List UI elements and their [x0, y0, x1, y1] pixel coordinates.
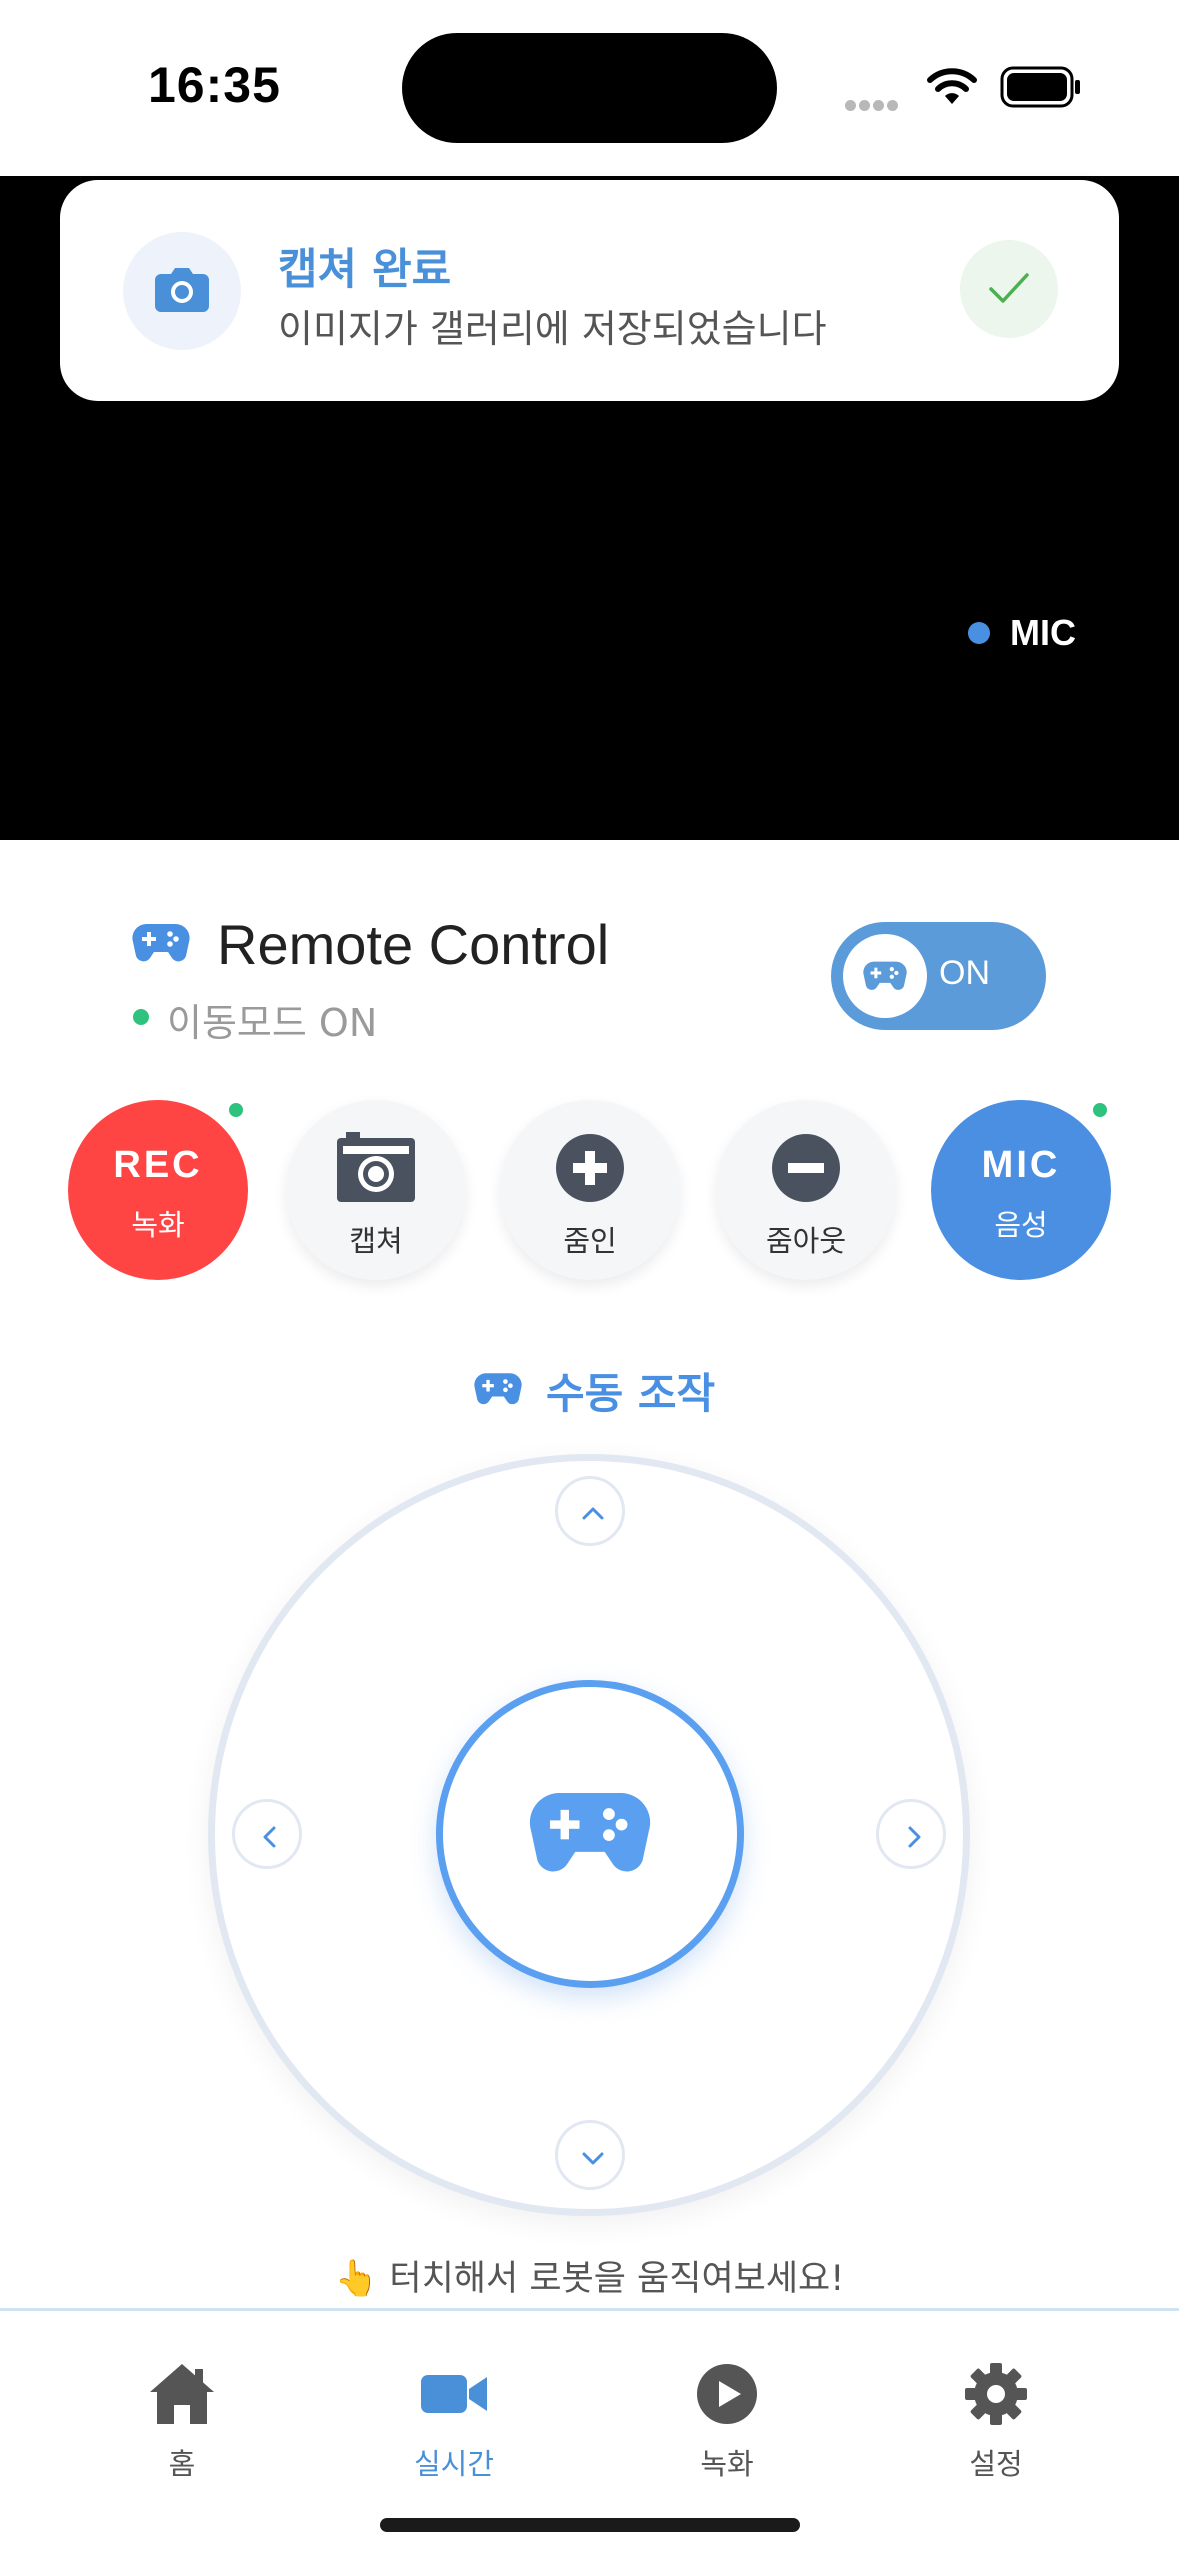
status-time: 16:35 — [148, 57, 281, 113]
tab-recordings-label: 녹화 — [700, 2447, 754, 2481]
minus-circle-icon — [772, 1134, 840, 1202]
dynamic-island — [402, 33, 777, 143]
toast-title: 캡쳐 완료 — [278, 245, 452, 295]
chevron-up-icon — [582, 1507, 604, 1520]
remote-control-title: Remote Control — [217, 913, 610, 976]
tab-settings[interactable]: 설정 — [896, 2361, 1096, 2483]
mic-button-label: MIC — [981, 1144, 1061, 1186]
mic-indicator-label: MIC — [1010, 612, 1076, 653]
move-right-button[interactable] — [876, 1799, 946, 1869]
gear-icon — [965, 2363, 1027, 2425]
toggle-label: ON — [939, 954, 990, 992]
camera-icon — [155, 268, 209, 312]
camera-icon — [337, 1132, 415, 1202]
plus-circle-icon — [556, 1134, 624, 1202]
record-button-label: REC — [113, 1144, 203, 1186]
tab-live-label: 실시간 — [413, 2447, 495, 2481]
home-icon — [150, 2364, 214, 2424]
mic-button[interactable]: MIC 음성 — [931, 1100, 1111, 1280]
toggle-knob — [843, 934, 927, 1018]
mic-active-dot — [968, 622, 990, 644]
status-bar: 16:35 — [0, 0, 1179, 176]
joystick-knob[interactable] — [436, 1680, 744, 1988]
fullscreen-icon[interactable] — [1017, 852, 1075, 910]
remote-control-toggle[interactable]: ON — [831, 922, 1046, 1030]
battery-icon — [1000, 66, 1080, 108]
capture-button-label: 캡쳐 — [349, 1224, 403, 1258]
zoom-in-button-label: 줌인 — [563, 1224, 617, 1258]
gamepad-icon — [474, 1373, 522, 1405]
record-button[interactable]: REC 녹화 — [68, 1100, 248, 1280]
toast-message: 이미지가 갤러리에 저장되었습니다 — [278, 307, 827, 351]
capture-toast: 캡쳐 완료 이미지가 갤러리에 저장되었습니다 — [60, 180, 1119, 401]
capture-button[interactable]: 캡쳐 — [286, 1100, 466, 1280]
toast-icon-circle — [123, 232, 241, 350]
zoom-in-button[interactable]: 줌인 — [500, 1100, 680, 1280]
toast-check-circle — [960, 240, 1058, 338]
record-button-sublabel: 녹화 — [131, 1208, 185, 1242]
gamepad-icon — [132, 924, 190, 962]
gamepad-icon — [863, 961, 907, 990]
home-indicator[interactable] — [380, 2518, 800, 2532]
cellular-signal-icon — [845, 96, 901, 115]
move-left-button[interactable] — [232, 1799, 302, 1869]
chevron-right-icon — [908, 1826, 921, 1848]
zoom-out-button[interactable]: 줌아웃 — [716, 1100, 896, 1280]
move-down-button[interactable] — [555, 2120, 625, 2190]
mode-status-text: 이동모드 ON — [167, 1001, 378, 1045]
zoom-out-button-label: 줌아웃 — [765, 1224, 847, 1258]
chevron-down-icon — [582, 2152, 604, 2165]
wifi-icon — [927, 68, 977, 104]
mode-status-dot — [133, 1009, 149, 1025]
tab-recordings[interactable]: 녹화 — [627, 2361, 827, 2483]
touch-hint: 👆 터치해서 로봇을 움직여보세요! — [334, 2259, 845, 2299]
record-status-dot — [226, 1100, 246, 1120]
mic-button-sublabel: 음성 — [994, 1208, 1048, 1242]
tab-live[interactable]: 실시간 — [354, 2361, 554, 2483]
check-icon — [989, 273, 1029, 303]
tab-home-label: 홈 — [168, 2447, 196, 2481]
manual-control-title: 수동 조작 — [546, 1369, 716, 1418]
mic-indicator: MIC — [968, 612, 1076, 654]
tab-settings-label: 설정 — [969, 2447, 1023, 2481]
play-icon — [697, 2364, 757, 2424]
move-up-button[interactable] — [555, 1476, 625, 1546]
chevron-left-icon — [263, 1826, 276, 1848]
tab-home[interactable]: 홈 — [82, 2361, 282, 2483]
mic-status-dot — [1090, 1100, 1110, 1120]
video-camera-icon — [421, 2375, 487, 2413]
gamepad-icon — [529, 1793, 651, 1872]
